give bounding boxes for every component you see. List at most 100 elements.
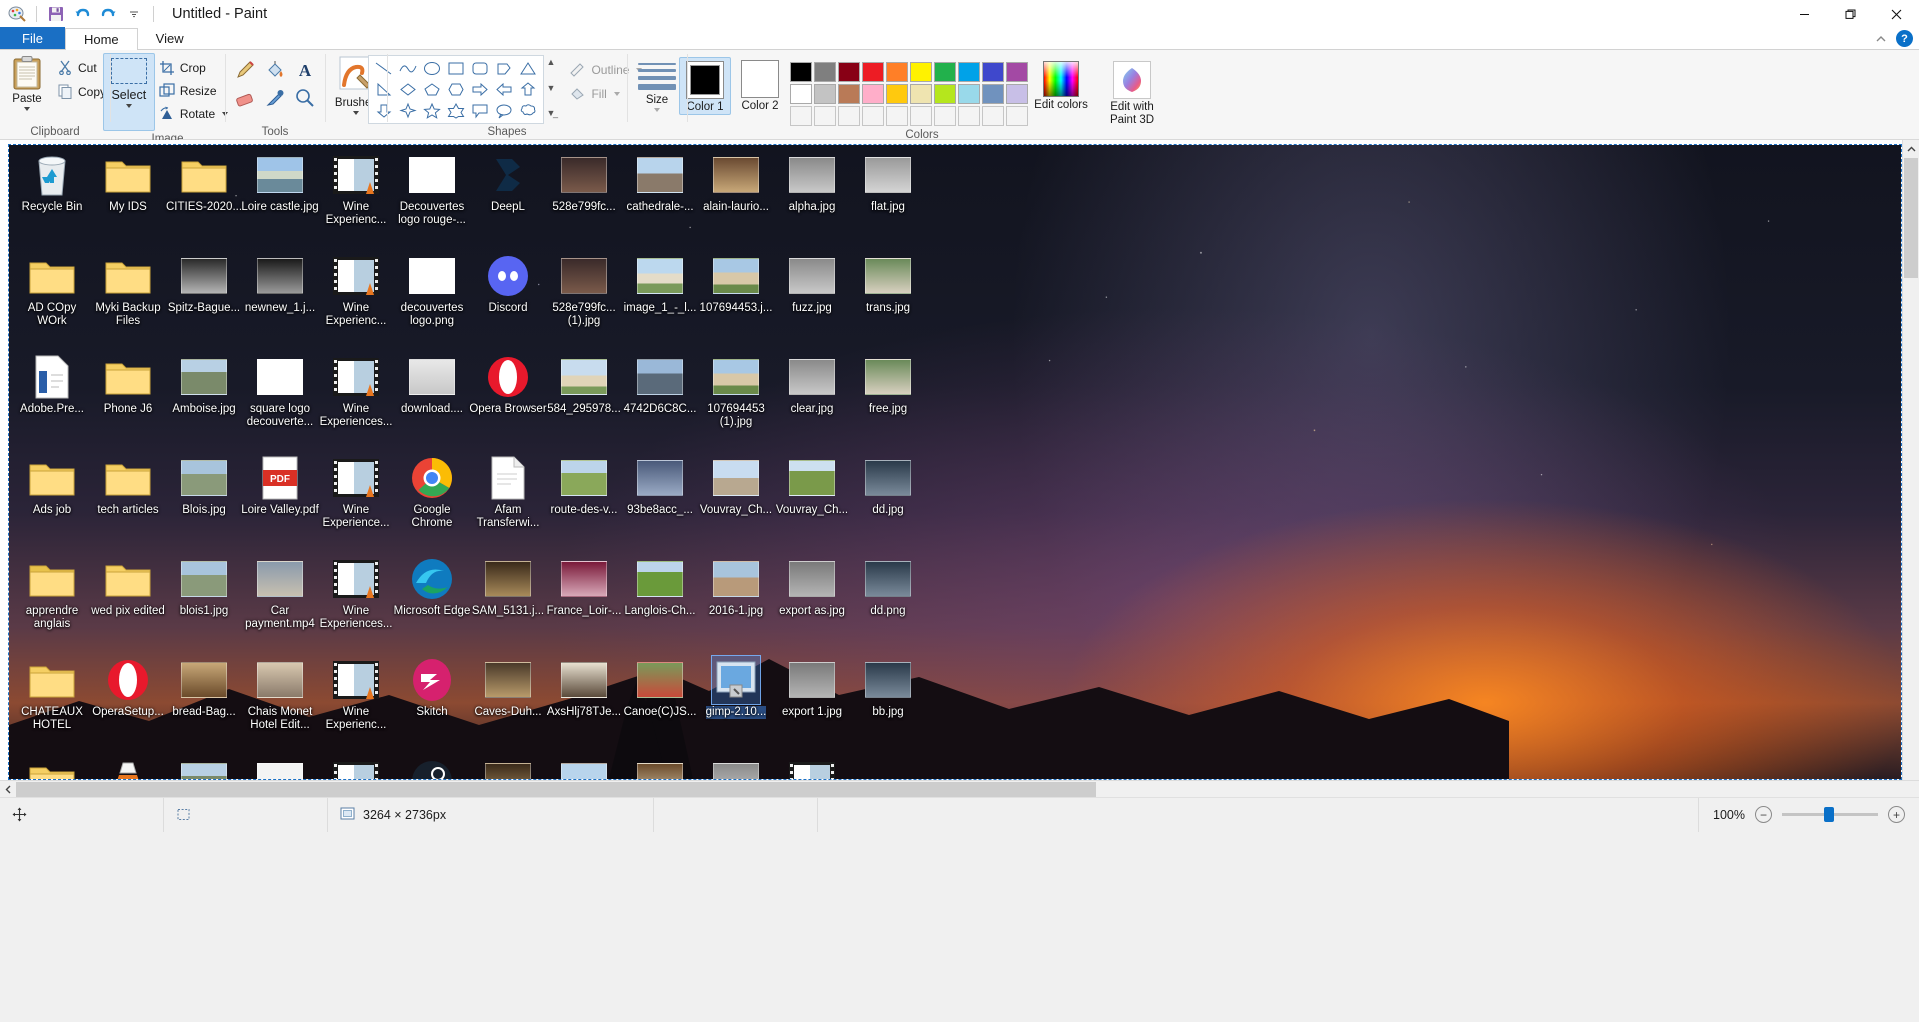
desktop-icon[interactable]: OperaSetup... — [89, 656, 167, 719]
desktop-icon[interactable]: Langlois-Ch... — [621, 555, 699, 618]
desktop-icon[interactable]: Wine Experience... — [317, 454, 395, 530]
brushes-caret-icon[interactable] — [353, 111, 359, 115]
color-swatch-r1-c3[interactable] — [838, 62, 860, 82]
desktop-icon[interactable]: export as.jpg — [773, 555, 851, 618]
copy-button[interactable]: Copy — [54, 81, 110, 102]
horizontal-scrollbar[interactable] — [0, 780, 1919, 797]
desktop-icon[interactable]: Opera Browser — [469, 353, 547, 416]
edit-colors-button[interactable]: Edit colors — [1033, 57, 1089, 112]
desktop-icon[interactable]: Wine Experienc... — [317, 151, 395, 227]
color-swatch-r1-c2[interactable] — [814, 62, 836, 82]
horizontal-scroll-thumb[interactable] — [16, 782, 1096, 797]
zoom-out-button[interactable]: − — [1755, 806, 1772, 823]
desktop-icon[interactable]: decouvertes logo.png — [393, 252, 471, 328]
desktop-icon[interactable]: Amboise.jpg — [165, 353, 243, 416]
shape-gallery-expand-icon[interactable]: ▼̲ — [547, 108, 556, 118]
rotate-button[interactable]: Rotate — [155, 103, 232, 124]
cut-button[interactable]: Cut — [54, 57, 110, 78]
desktop-icon[interactable]: 2016-1.jpg — [697, 555, 775, 618]
desktop-icon[interactable]: Wine Experienc... — [317, 656, 395, 732]
desktop-icon[interactable]: tech articles — [89, 454, 167, 517]
undo-icon[interactable] — [71, 3, 93, 25]
color-swatch-r3-c7[interactable] — [934, 106, 956, 126]
minimize-button[interactable] — [1781, 0, 1827, 28]
desktop-icon[interactable]: trans.jpg — [849, 252, 927, 315]
desktop-icon[interactable]: route-des-v... — [545, 454, 623, 517]
scroll-left-icon[interactable] — [0, 785, 16, 794]
desktop-icon[interactable]: alain-laurio... — [697, 151, 775, 214]
desktop-icon[interactable]: newnew_1.j... — [241, 252, 319, 315]
desktop-icon[interactable] — [697, 757, 775, 780]
color-swatch-r3-c10[interactable] — [1006, 106, 1028, 126]
save-icon[interactable] — [45, 3, 67, 25]
desktop-icon[interactable]: apprendre anglais — [13, 555, 91, 631]
desktop-icon[interactable]: France_Loir-... — [545, 555, 623, 618]
desktop-icon[interactable]: Afam Transferwi... — [469, 454, 547, 530]
desktop-icon[interactable]: free.jpg — [849, 353, 927, 416]
desktop-icon[interactable]: alpha.jpg — [773, 151, 851, 214]
desktop-icon[interactable] — [241, 757, 319, 780]
desktop-icon[interactable]: AxsHlj78TJe... — [545, 656, 623, 719]
color-2-button[interactable]: Color 2 — [735, 57, 785, 113]
desktop-icon[interactable] — [165, 757, 243, 780]
color-swatch-r2-c9[interactable] — [982, 84, 1004, 104]
desktop-icon[interactable]: AD COpy WOrk — [13, 252, 91, 328]
desktop-icon[interactable]: fuzz.jpg — [773, 252, 851, 315]
color-swatch-r2-c6[interactable] — [910, 84, 932, 104]
color-swatch-r2-c1[interactable] — [790, 84, 812, 104]
desktop-icon[interactable]: wed pix edited — [89, 555, 167, 618]
color-swatch-r1-c7[interactable] — [934, 62, 956, 82]
desktop-icon[interactable]: Spitz-Bague... — [165, 252, 243, 315]
desktop-icon[interactable]: DeepL — [469, 151, 547, 214]
desktop-icon[interactable]: Loire castle.jpg — [241, 151, 319, 214]
desktop-icon[interactable]: Canoe(C)JS... — [621, 656, 699, 719]
help-icon[interactable]: ? — [1896, 30, 1913, 47]
text-icon[interactable]: A — [295, 60, 315, 83]
close-button[interactable] — [1873, 0, 1919, 28]
desktop-icon[interactable]: Myki Backup Files — [89, 252, 167, 328]
color-swatch-r1-c4[interactable] — [862, 62, 884, 82]
desktop-icon[interactable]: Ads job — [13, 454, 91, 517]
desktop-icon[interactable]: My IDS — [89, 151, 167, 214]
desktop-icon[interactable]: Adobe.Pre... — [13, 353, 91, 416]
image-canvas[interactable]: Recycle BinMy IDSCITIES-2020...Loire cas… — [8, 144, 1902, 780]
desktop-icon[interactable]: Chais Monet Hotel Edit... — [241, 656, 319, 732]
desktop-icon[interactable]: export 1.jpg — [773, 656, 851, 719]
desktop-icon[interactable] — [317, 757, 395, 780]
desktop-icon[interactable]: Vouvray_Ch... — [697, 454, 775, 517]
desktop-icon[interactable]: Decouvertes logo rouge-... — [393, 151, 471, 227]
desktop-icon[interactable]: Vouvray_Ch... — [773, 454, 851, 517]
zoom-slider[interactable] — [1782, 813, 1878, 816]
edit-with-paint3d-button[interactable]: Edit with Paint 3D — [1099, 57, 1165, 126]
desktop-icon[interactable]: gimp-2.10... — [697, 656, 775, 719]
paste-caret-icon[interactable] — [24, 107, 30, 111]
paint-icon[interactable] — [6, 3, 28, 25]
desktop-icon[interactable]: 93be8acc_... — [621, 454, 699, 517]
desktop-icon[interactable]: image_1_-_l... — [621, 252, 699, 315]
color-swatch-r2-c8[interactable] — [958, 84, 980, 104]
desktop-icon[interactable]: 107694453.j... — [697, 252, 775, 315]
shape-scroll-up-icon[interactable]: ▲ — [547, 57, 556, 67]
color-1-button[interactable]: Color 1 — [679, 57, 731, 115]
shape-scroll-down-icon[interactable]: ▼ — [547, 83, 556, 93]
scroll-up-icon[interactable] — [1903, 140, 1919, 158]
fill-icon[interactable] — [265, 60, 285, 83]
desktop-icon[interactable]: cathedrale-... — [621, 151, 699, 214]
color-swatch-r1-c8[interactable] — [958, 62, 980, 82]
color-swatch-r2-c5[interactable] — [886, 84, 908, 104]
desktop-icon[interactable]: Wine Experiences... — [317, 353, 395, 429]
desktop-icon[interactable]: 584_295978... — [545, 353, 623, 416]
color-swatch-r1-c9[interactable] — [982, 62, 1004, 82]
desktop-icon[interactable]: flat.jpg — [849, 151, 927, 214]
color-swatch-r3-c6[interactable] — [910, 106, 932, 126]
desktop-icon[interactable] — [773, 757, 851, 780]
fill-caret-icon[interactable] — [614, 92, 620, 96]
select-caret-icon[interactable] — [126, 104, 132, 108]
select-button[interactable]: Select — [103, 53, 155, 131]
canvas-area[interactable]: Recycle BinMy IDSCITIES-2020...Loire cas… — [0, 140, 1919, 780]
zoom-in-button[interactable]: + — [1888, 806, 1905, 823]
zoom-slider-thumb[interactable] — [1824, 807, 1834, 822]
color-swatch-r1-c5[interactable] — [886, 62, 908, 82]
desktop-icon[interactable]: 107694453 (1).jpg — [697, 353, 775, 429]
maximize-button[interactable] — [1827, 0, 1873, 28]
